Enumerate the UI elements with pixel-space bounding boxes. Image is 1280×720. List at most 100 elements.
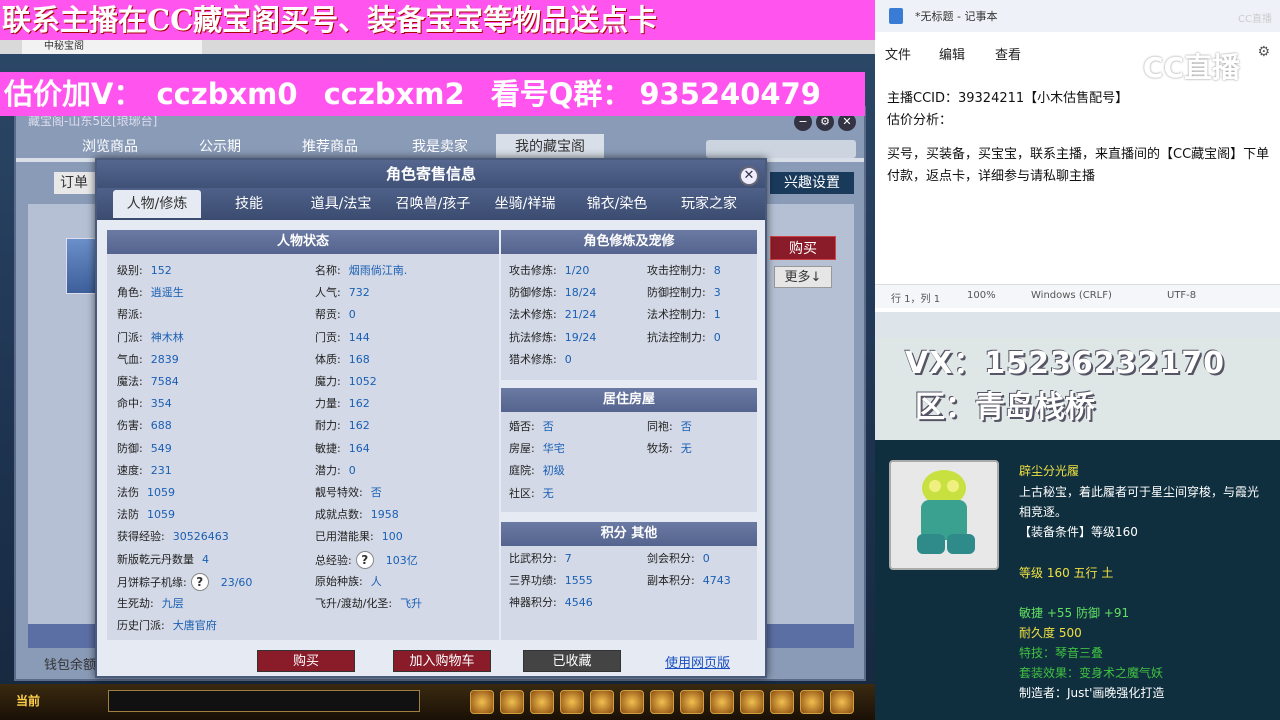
- stat-label: 神器积分:: [509, 596, 557, 610]
- help-icon[interactable]: ?: [355, 550, 374, 569]
- character-sale-dialog: 角色寄售信息 ✕ 人物/修炼 技能 道具/法宝 召唤兽/孩子 坐骑/祥瑞 锦衣/…: [95, 158, 767, 678]
- stat-label: 房屋:: [509, 442, 535, 456]
- tab-browse[interactable]: 浏览商品: [56, 134, 164, 160]
- stat-row: [647, 351, 655, 364]
- stat-value: 1/20: [564, 264, 590, 277]
- menu-view[interactable]: 查看: [995, 44, 1021, 63]
- menu-file[interactable]: 文件: [885, 44, 911, 63]
- stat-value: 否: [680, 420, 692, 433]
- buy-button[interactable]: 购买: [257, 650, 355, 672]
- stat-value: 3: [713, 286, 721, 300]
- stat-row: [647, 594, 655, 607]
- stat-row: 牧场: 无: [647, 440, 692, 456]
- banner-text: cczbxm0: [156, 77, 298, 111]
- tab-seller[interactable]: 我是卖家: [386, 134, 494, 160]
- stat-row: 原始种族: 人: [315, 573, 382, 589]
- skill-slot[interactable]: [710, 690, 734, 714]
- tab-outfits[interactable]: 锦衣/染色: [573, 190, 661, 218]
- stat-value: 688: [150, 419, 172, 433]
- stat-label: 防御控制力:: [647, 286, 706, 300]
- skill-slot[interactable]: [470, 690, 494, 714]
- stat-row: 帮贡: 0: [315, 306, 356, 322]
- add-to-cart-button[interactable]: 加入购物车: [393, 650, 491, 672]
- browser-tab[interactable]: 中秘宝阁: [22, 40, 202, 54]
- help-icon[interactable]: ?: [190, 572, 209, 591]
- stat-label: 法术控制力:: [647, 308, 706, 322]
- stat-row: 获得经验: 30526463: [117, 528, 229, 544]
- listing-more-button[interactable]: 更多↓: [774, 266, 832, 288]
- stat-row: 靓号特效: 否: [315, 484, 382, 500]
- stat-row: 防御控制力: 3: [647, 284, 721, 300]
- favorited-button[interactable]: 已收藏: [523, 650, 621, 672]
- stat-value: 1: [713, 308, 721, 322]
- skill-slot[interactable]: [590, 690, 614, 714]
- skill-slot[interactable]: [740, 690, 764, 714]
- skill-slot[interactable]: [830, 690, 854, 714]
- stat-row: 婚否: 否: [509, 418, 554, 434]
- tab-character[interactable]: 人物/修炼: [113, 190, 201, 218]
- notepad-text-area[interactable]: 主播CCID：39324211【小木估售配号】 估价分析： 买号，买装备，买宝宝…: [887, 88, 1273, 188]
- stat-value: 大唐官府: [172, 619, 217, 633]
- tab-recommended[interactable]: 推荐商品: [276, 134, 384, 160]
- stat-value: 23/60: [220, 575, 253, 589]
- cultivation-panel: 角色修炼及宠修 攻击修炼: 1/20 攻击控制力: 8 防御修炼: 18/24 防御控制力:…: [501, 230, 757, 380]
- skill-slot[interactable]: [560, 690, 584, 714]
- stat-label: 法防: [117, 508, 139, 522]
- interest-settings-button[interactable]: 兴趣设置: [770, 172, 854, 194]
- skill-slot[interactable]: [650, 690, 674, 714]
- stat-label: 庭院:: [509, 464, 535, 478]
- tab-skills[interactable]: 技能: [205, 190, 293, 218]
- stat-row: 人气: 732: [315, 284, 370, 300]
- menu-edit[interactable]: 编辑: [939, 44, 965, 63]
- stat-row: 生死劫: 九层: [117, 595, 184, 611]
- skill-slot[interactable]: [770, 690, 794, 714]
- stat-row: 副本积分: 4743: [647, 572, 731, 588]
- banner-text: 看号Q群：: [490, 77, 632, 111]
- stat-row: 名称: 烟雨倘江南.: [315, 262, 407, 278]
- web-version-link[interactable]: 使用网页版: [665, 652, 730, 671]
- shop-search-input[interactable]: [706, 140, 856, 158]
- gear-icon[interactable]: ⚙: [1257, 44, 1270, 60]
- cultivation-title: 角色修炼及宠修: [501, 230, 757, 254]
- stat-row: 成就点数: 1958: [315, 506, 399, 522]
- stat-row: 神器积分: 4546: [509, 594, 593, 610]
- stat-row: 耐力: 162: [315, 417, 370, 433]
- chat-input[interactable]: [108, 690, 420, 712]
- stat-row: 猎术修炼: 0: [509, 351, 572, 367]
- tab-pets[interactable]: 召唤兽/孩子: [389, 190, 477, 218]
- skill-slot[interactable]: [500, 690, 524, 714]
- stat-label: 体质:: [315, 352, 341, 366]
- listing-buy-button[interactable]: 购买: [770, 236, 836, 260]
- close-icon[interactable]: ✕: [739, 166, 759, 186]
- tab-mounts[interactable]: 坐骑/祥瑞: [481, 190, 569, 218]
- stat-value: 神木林: [150, 330, 184, 344]
- tab-public[interactable]: 公示期: [166, 134, 274, 160]
- wallet-label: 钱包余额: [44, 658, 97, 673]
- stat-row: 剑会积分: 0: [647, 550, 710, 566]
- item-attrs: 敏捷 +55 防御 +91: [1019, 606, 1130, 620]
- skill-slot[interactable]: [680, 690, 704, 714]
- dialog-title: 角色寄售信息: [97, 160, 765, 190]
- status-zoom: 100%: [967, 290, 996, 301]
- stat-row: 潜力: 0: [315, 462, 356, 478]
- stat-value: 0: [564, 352, 572, 366]
- stat-row: 抗法修炼: 19/24: [509, 329, 596, 345]
- skill-slot[interactable]: [530, 690, 554, 714]
- channel-current[interactable]: 当前: [16, 692, 40, 709]
- skill-slot[interactable]: [800, 690, 824, 714]
- contact-banner: 估价加V： cczbxm0 cczbxm2 看号Q群： 935240479: [0, 72, 865, 116]
- stat-label: 防御:: [117, 441, 143, 455]
- stat-label: 原始种族:: [315, 574, 363, 588]
- tab-home[interactable]: 玩家之家: [665, 190, 753, 218]
- stat-value: 18/24: [564, 286, 597, 300]
- tab-my-cbg[interactable]: 我的藏宝阁: [496, 134, 604, 160]
- skill-slot[interactable]: [620, 690, 644, 714]
- stat-row: 魔力: 1052: [315, 373, 377, 389]
- stat-value: 人: [370, 574, 382, 588]
- tab-items[interactable]: 道具/法宝: [297, 190, 385, 218]
- stat-value: 8: [713, 264, 721, 277]
- item-level: 等级 160 五行 土: [1019, 566, 1114, 580]
- stat-value: 逍遥生: [150, 286, 184, 300]
- stat-label: 攻击控制力:: [647, 264, 706, 277]
- stat-value: 231: [150, 463, 172, 477]
